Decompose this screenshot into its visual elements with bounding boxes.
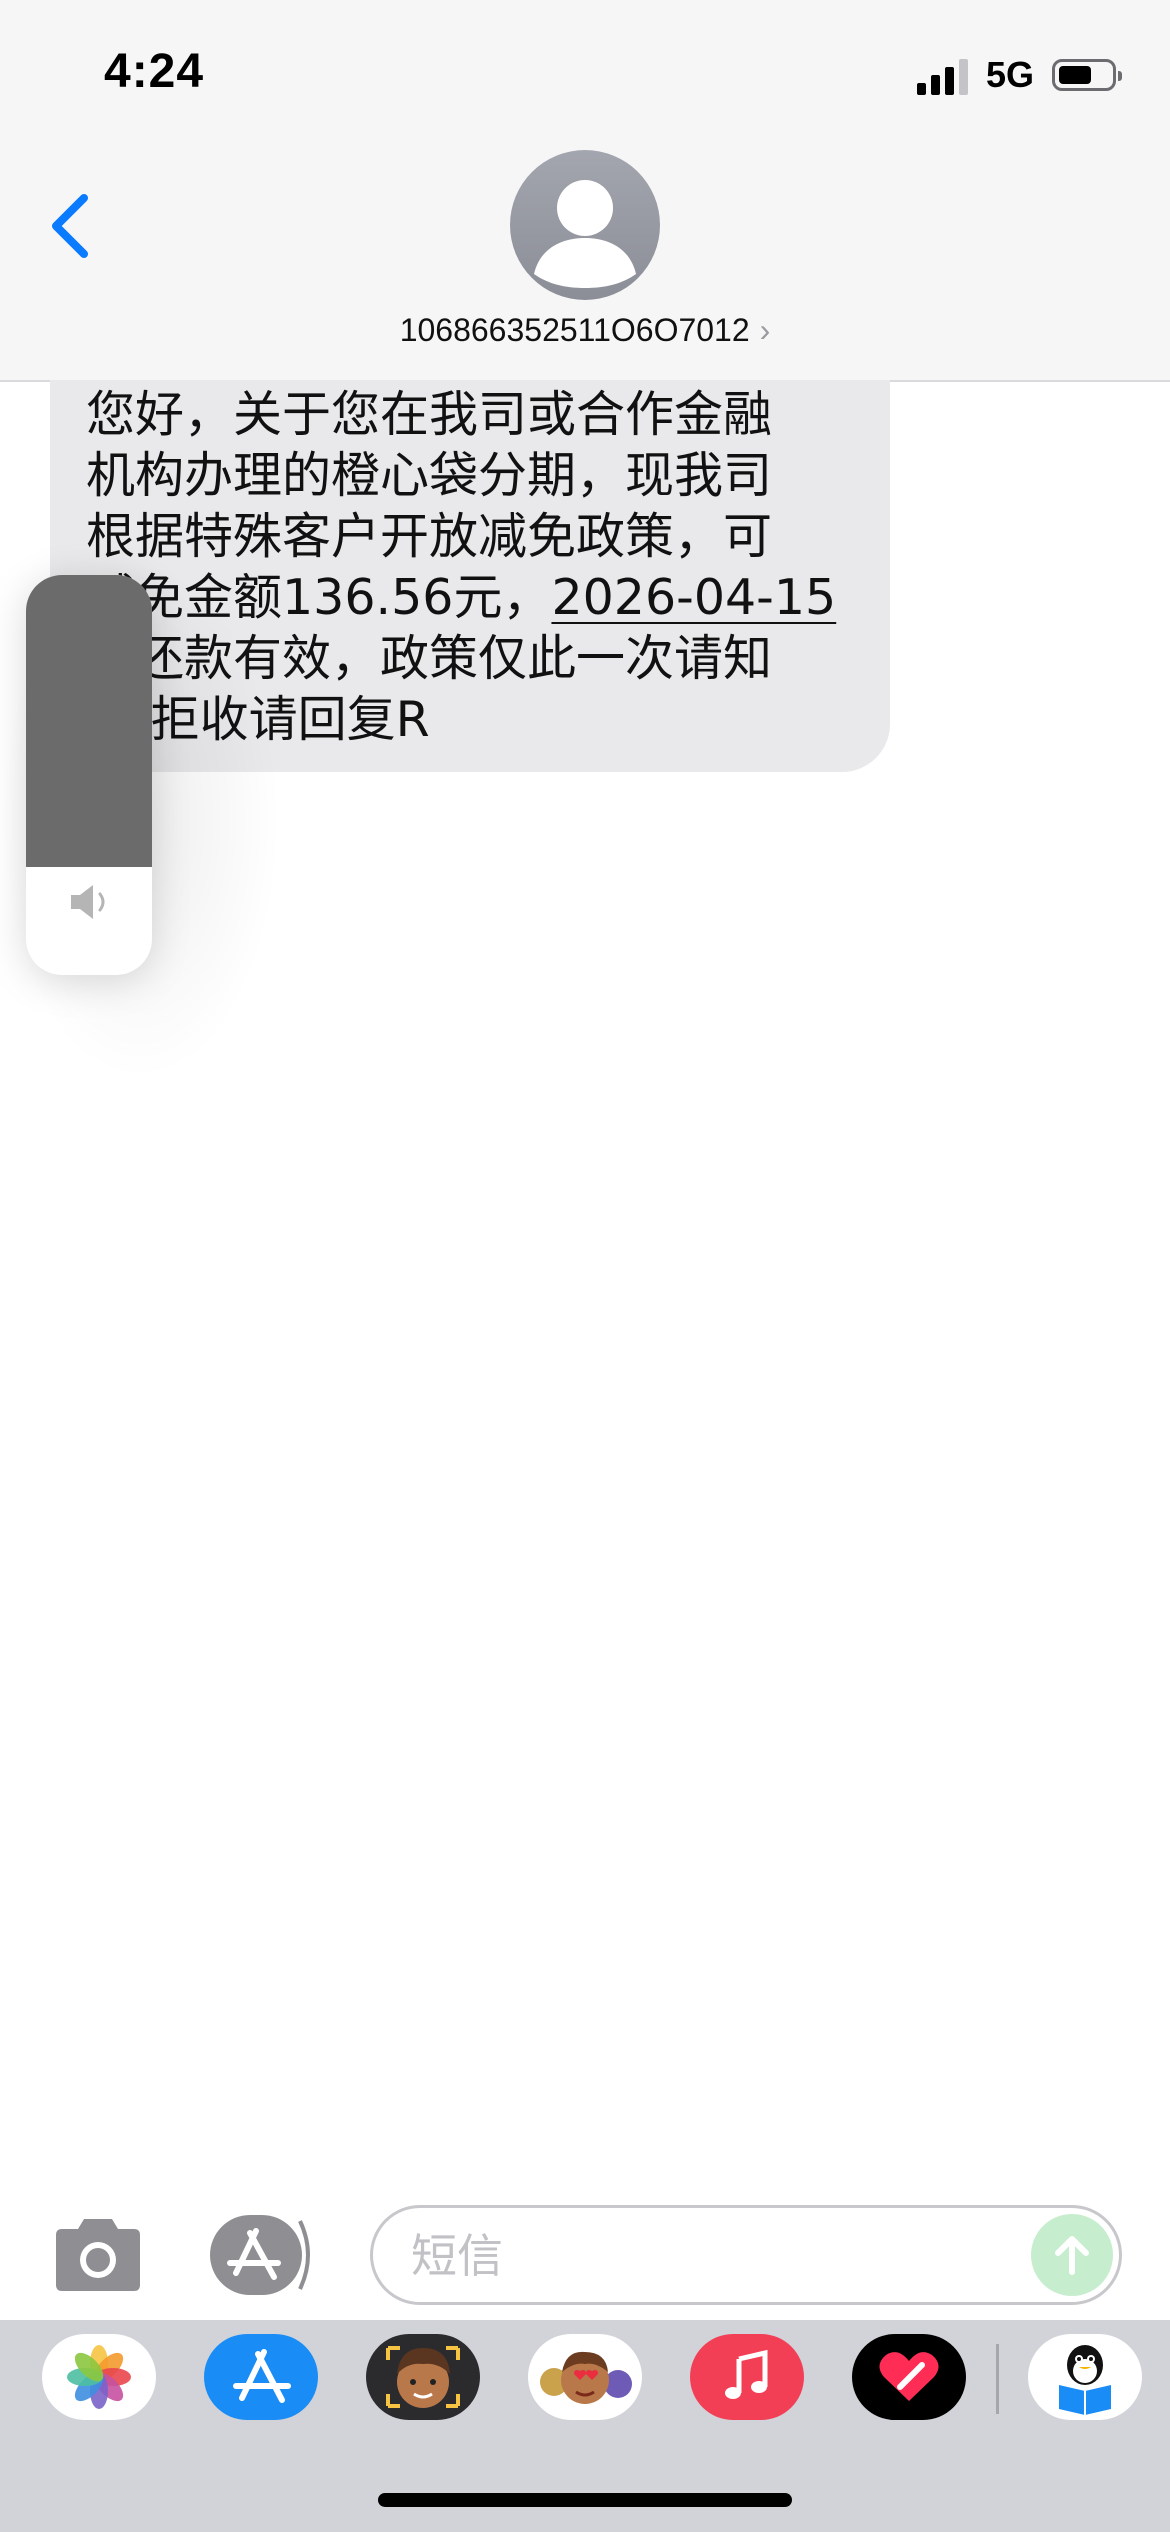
status-icons: 5G	[916, 50, 1122, 100]
digital-touch-icon[interactable]	[852, 2334, 966, 2420]
music-note-glyph	[725, 2349, 768, 2399]
home-indicator	[378, 2493, 792, 2507]
contact-name[interactable]: 106866352511O6O7012 ›	[0, 312, 1170, 349]
volume-level	[26, 575, 152, 867]
heart-glyph	[879, 2352, 939, 2401]
imessage-app-drawer	[0, 2320, 1170, 2532]
person-silhouette-icon	[534, 180, 636, 288]
photos-icon[interactable]	[42, 2334, 156, 2420]
qq-icon[interactable]	[1028, 2334, 1142, 2420]
app-store-glyph	[233, 2349, 291, 2403]
message-line: 机构办理的橙心袋分期，现我司	[86, 447, 773, 504]
conversation-header: 4:24 5G 106866352511O6O7012 ›	[0, 0, 1170, 382]
send-button[interactable]	[1031, 2214, 1113, 2296]
app-store-icon[interactable]	[210, 2215, 314, 2295]
speaker-icon	[71, 885, 105, 919]
message-text-input[interactable]	[409, 2208, 973, 2304]
music-icon[interactable]	[690, 2334, 804, 2420]
memoji-face-glyph	[386, 2346, 460, 2408]
message-line: 您好，关于您在我司或合作金融	[86, 386, 773, 443]
camera-icon[interactable]	[50, 2217, 146, 2293]
memoji-icon[interactable]	[366, 2334, 480, 2420]
contact-number: 106866352511O6O7012	[399, 312, 750, 348]
app-store-icon[interactable]	[204, 2334, 318, 2420]
volume-slider[interactable]	[26, 575, 152, 975]
message-input-field[interactable]	[370, 2205, 1122, 2305]
battery-icon	[1052, 59, 1122, 91]
network-type: 5G	[985, 54, 1034, 95]
message-line: 根据特殊客户开放减免政策，可	[86, 508, 773, 565]
animoji-icon[interactable]	[528, 2334, 642, 2420]
message-composer	[0, 2185, 1170, 2320]
drawer-separator	[996, 2344, 999, 2414]
chevron-right-icon: ›	[759, 312, 771, 348]
animoji-face-glyph	[540, 2351, 632, 2404]
status-time: 4:24	[104, 45, 205, 98]
back-chevron-icon[interactable]	[40, 180, 110, 270]
date-link[interactable]: 2026-04-15	[551, 569, 836, 626]
contact-avatar[interactable]	[510, 150, 660, 300]
arrow-up-icon	[1055, 2236, 1089, 2275]
photos-flower-glyph	[67, 2345, 131, 2409]
qq-penguin-glyph	[1059, 2345, 1111, 2415]
signal-icon	[916, 55, 968, 95]
